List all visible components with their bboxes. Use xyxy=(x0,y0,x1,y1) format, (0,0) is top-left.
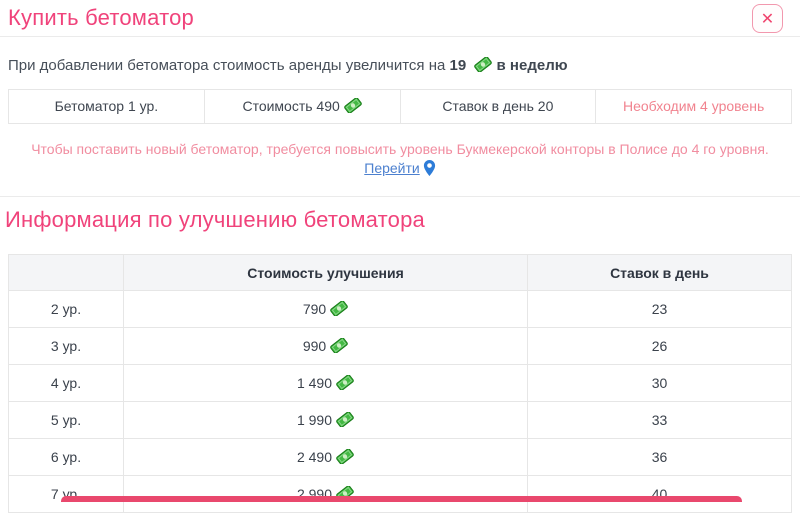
header-level xyxy=(9,255,124,291)
cell-bets: 23 xyxy=(528,291,792,328)
money-icon xyxy=(330,338,348,353)
section-divider xyxy=(0,196,800,197)
level-requirement-note: Чтобы поставить новый бетоматор, требует… xyxy=(8,140,792,178)
stat-required-level: Необходим 4 уровень xyxy=(595,90,791,123)
go-to-polis-link[interactable]: Перейти xyxy=(364,160,419,176)
header-bets-per-day: Ставок в день xyxy=(528,255,792,291)
cost-value: 790 xyxy=(303,301,326,317)
location-pin-icon[interactable] xyxy=(423,160,436,176)
cell-bets: 36 xyxy=(528,439,792,476)
cell-level: 3 ур. xyxy=(9,328,124,365)
stat-cost: Стоимость 490 xyxy=(204,90,400,123)
cell-cost: 2 990 xyxy=(124,476,528,513)
cell-bets: 30 xyxy=(528,365,792,402)
table-row: 2 ур. 790 23 xyxy=(9,291,792,328)
table-row: 3 ур. 990 26 xyxy=(9,328,792,365)
cell-bets: 40 xyxy=(528,476,792,513)
cell-bets: 26 xyxy=(528,328,792,365)
modal-header: Купить бетоматор ✕ xyxy=(0,0,800,37)
cell-cost: 990 xyxy=(124,328,528,365)
cost-value: 990 xyxy=(303,338,326,354)
cell-cost: 1 990 xyxy=(124,402,528,439)
cell-cost: 790 xyxy=(124,291,528,328)
cell-level: 2 ур. xyxy=(9,291,124,328)
stat-betomator-level: Бетоматор 1 ур. xyxy=(9,90,204,123)
rent-increase-amount: 19 xyxy=(450,57,467,74)
cost-value: 2 490 xyxy=(297,449,332,465)
header-upgrade-cost: Стоимость улучшения xyxy=(124,255,528,291)
money-icon xyxy=(474,57,492,72)
page-title: Купить бетоматор xyxy=(8,5,194,31)
cost-value: 1 490 xyxy=(297,375,332,391)
stat-cost-label: Стоимость 490 xyxy=(242,98,339,114)
note-text: Чтобы поставить новый бетоматор, требует… xyxy=(31,141,769,157)
buy-button-top-edge[interactable] xyxy=(61,496,742,502)
close-button[interactable]: ✕ xyxy=(752,4,783,33)
betomator-stats-row: Бетоматор 1 ур. Стоимость 490 Ставок в д… xyxy=(8,89,792,124)
cell-cost: 1 490 xyxy=(124,365,528,402)
cell-level: 6 ур. xyxy=(9,439,124,476)
money-icon xyxy=(336,412,354,427)
money-icon xyxy=(336,375,354,390)
cell-level: 7 ур. xyxy=(9,476,124,513)
rent-increase-info: При добавлении бетоматора стоимость арен… xyxy=(8,56,792,76)
table-row: 6 ур. 2 490 36 xyxy=(9,439,792,476)
table-row: 7 ур. 2 990 40 xyxy=(9,476,792,513)
cell-level: 4 ур. xyxy=(9,365,124,402)
money-icon xyxy=(344,98,362,113)
table-row: 5 ур. 1 990 33 xyxy=(9,402,792,439)
upgrade-info-title: Информация по улучшению бетоматора xyxy=(5,207,792,233)
cell-level: 5 ур. xyxy=(9,402,124,439)
close-icon: ✕ xyxy=(761,11,774,27)
money-icon xyxy=(330,301,348,316)
table-header-row: Стоимость улучшения Ставок в день xyxy=(9,255,792,291)
cost-value: 1 990 xyxy=(297,412,332,428)
money-icon xyxy=(336,449,354,464)
stat-bets-per-day: Ставок в день 20 xyxy=(400,90,596,123)
cell-bets: 33 xyxy=(528,402,792,439)
cell-cost: 2 490 xyxy=(124,439,528,476)
table-row: 4 ур. 1 490 30 xyxy=(9,365,792,402)
upgrade-table: Стоимость улучшения Ставок в день 2 ур. … xyxy=(8,254,792,513)
info-suffix: в неделю xyxy=(497,57,568,74)
info-prefix: При добавлении бетоматора стоимость арен… xyxy=(8,57,445,74)
